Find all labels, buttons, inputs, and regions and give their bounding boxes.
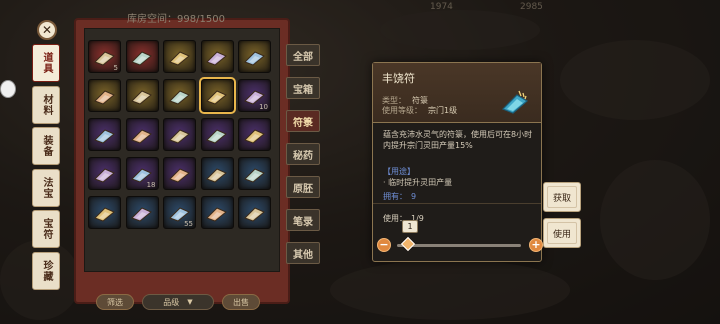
talisman-icon xyxy=(168,50,190,66)
subcategory-tab[interactable]: 笔录 xyxy=(286,209,320,231)
inventory-slot[interactable] xyxy=(125,196,159,229)
talisman-icon xyxy=(131,128,152,144)
inventory-slot[interactable]: 55 xyxy=(163,196,196,229)
talisman-icon xyxy=(243,50,265,66)
talisman-icon xyxy=(168,89,190,105)
item-tooltip: 丰饶符 类型： 符箓 使用等级： 宗门1级 蕴含充沛水灵气的符箓，使用后可在8小时内… xyxy=(372,62,543,262)
usage-body: · 临时提升灵田产量 xyxy=(383,178,453,187)
item-usage-section: 【用途】 · 临时提升灵田产量 xyxy=(383,166,452,188)
talisman-icon xyxy=(168,167,190,183)
quantity-bubble: 1 xyxy=(402,220,418,233)
close-button[interactable]: ✕ xyxy=(37,20,57,40)
inventory-slot[interactable] xyxy=(125,79,159,112)
grade-select[interactable]: 品级 ▼ xyxy=(142,294,214,310)
inventory-slot[interactable]: 18 xyxy=(125,157,159,190)
category-tab[interactable]: 道具 xyxy=(32,44,60,82)
chevron-down-icon: ▼ xyxy=(187,298,193,306)
mascot-icon[interactable] xyxy=(0,80,16,98)
subcategory-tab[interactable]: 秘药 xyxy=(286,143,320,165)
talisman-icon xyxy=(243,167,265,183)
inventory-slot[interactable] xyxy=(88,196,121,229)
inventory-slot[interactable] xyxy=(125,40,159,73)
talisman-icon xyxy=(131,206,152,222)
subcategory-tab[interactable]: 全部 xyxy=(286,44,320,66)
talisman-icon xyxy=(206,50,227,66)
tooltip-header: 丰饶符 类型： 符箓 使用等级： 宗门1级 xyxy=(373,63,541,123)
inventory-slot[interactable]: 10 xyxy=(238,79,271,112)
talisman-icon xyxy=(93,128,115,144)
slot-count: 55 xyxy=(184,220,193,228)
currency-display: 1974 xyxy=(430,2,453,12)
close-icon: ✕ xyxy=(41,23,53,37)
talisman-icon xyxy=(206,206,227,222)
slider-track[interactable] xyxy=(397,244,521,247)
inventory-slot[interactable]: 5 xyxy=(88,40,121,73)
capacity-label: 库房空间：998/1500 xyxy=(127,14,225,25)
usage-heading: 【用途】 xyxy=(383,167,415,176)
category-tab[interactable]: 法宝 xyxy=(32,168,60,207)
talisman-icon xyxy=(131,89,152,105)
inventory-slot[interactable] xyxy=(88,118,121,151)
inventory-slot[interactable] xyxy=(238,40,271,73)
currency-display: 2985 xyxy=(520,2,543,12)
sell-button[interactable]: 出售 xyxy=(222,294,260,310)
slot-count: 18 xyxy=(146,181,156,189)
subcategory-tab[interactable]: 其他 xyxy=(286,242,320,264)
increase-button[interactable]: + xyxy=(529,238,543,252)
slider-thumb[interactable] xyxy=(400,236,416,252)
inventory-slot[interactable] xyxy=(88,157,121,190)
talisman-icon xyxy=(93,167,115,183)
decrease-button[interactable]: − xyxy=(377,238,391,252)
subcategory-tabs: 全部宝箱符箓秘药原胚笔录其他 xyxy=(286,44,320,275)
slot-count: 5 xyxy=(113,64,118,72)
subcategory-tab[interactable]: 原胚 xyxy=(286,176,320,198)
item-level: 使用等级： 宗门1级 xyxy=(382,106,458,115)
talisman-icon xyxy=(243,128,265,144)
inventory-slot[interactable] xyxy=(163,40,196,73)
talisman-icon xyxy=(501,90,529,114)
quantity-slider[interactable]: − + xyxy=(377,236,543,252)
inventory-slot[interactable] xyxy=(163,157,196,190)
item-grid: 5 10 18 55 xyxy=(88,40,272,229)
talisman-icon xyxy=(206,89,227,105)
filter-button[interactable]: 筛选 xyxy=(96,294,134,310)
talisman-icon xyxy=(168,128,190,144)
item-title: 丰饶符 xyxy=(382,72,415,85)
category-tab[interactable]: 宝符 xyxy=(32,210,60,248)
category-sidebar: 道具 材料 装备 法宝 宝符 珍藏 xyxy=(32,44,62,293)
talisman-icon xyxy=(243,206,265,222)
inventory-slot[interactable] xyxy=(125,118,159,151)
subcategory-tab[interactable]: 宝箱 xyxy=(286,77,320,99)
talisman-icon xyxy=(206,128,227,144)
inventory-slot[interactable] xyxy=(200,40,234,73)
owned-count: 拥有： 9 xyxy=(383,192,417,201)
inventory-slot[interactable] xyxy=(238,118,271,151)
slot-count: 10 xyxy=(259,103,268,111)
inventory-slot[interactable] xyxy=(238,196,271,229)
inventory-slot[interactable] xyxy=(198,77,236,114)
category-tab[interactable]: 装备 xyxy=(32,127,60,165)
category-tab[interactable]: 珍藏 xyxy=(32,251,60,290)
inventory-slot[interactable] xyxy=(200,157,234,190)
category-tab[interactable]: 材料 xyxy=(32,85,60,124)
talisman-icon xyxy=(131,50,152,66)
grade-select-value: 品级 xyxy=(163,297,180,307)
inventory-slot[interactable] xyxy=(200,196,234,229)
filter-bar: 筛选 品级 ▼ 出售 xyxy=(96,294,260,310)
item-description: 蕴含充沛水灵气的符箓，使用后可在8小时内提升宗门灵田产量15% xyxy=(383,130,533,150)
use-button[interactable]: 使用 xyxy=(543,218,581,248)
inventory-slot[interactable] xyxy=(200,118,234,151)
subcategory-tab[interactable]: 符箓 xyxy=(286,110,320,132)
talisman-icon xyxy=(206,167,227,183)
divider xyxy=(373,203,541,204)
inventory-slot[interactable] xyxy=(163,118,196,151)
talisman-icon xyxy=(93,89,115,105)
inventory-slot[interactable] xyxy=(163,79,196,112)
inventory-slot[interactable] xyxy=(238,157,271,190)
inventory-slot[interactable] xyxy=(88,79,121,112)
talisman-icon xyxy=(93,206,115,222)
get-button[interactable]: 获取 xyxy=(543,182,581,212)
